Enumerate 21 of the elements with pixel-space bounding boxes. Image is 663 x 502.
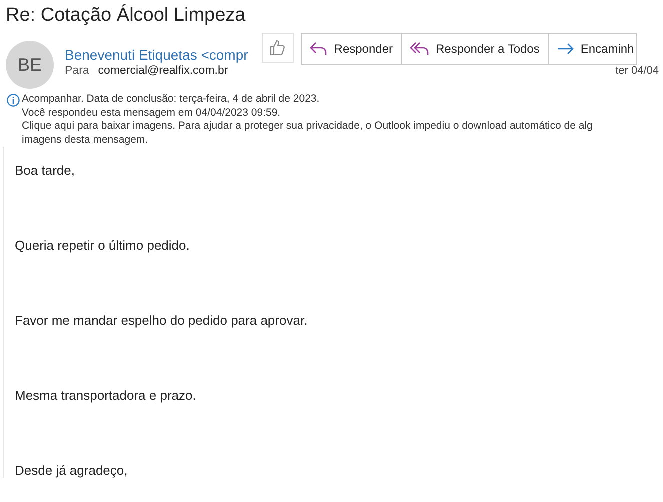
forward-icon — [556, 42, 575, 56]
info-line: Acompanhar. Data de conclusão: terça-feira, 4 de abril de 2023. — [22, 93, 321, 106]
body-paragraph: Queria repetir o último pedido. — [15, 238, 191, 253]
avatar: BE — [6, 41, 54, 89]
email-subject: Re: Cotação Álcool Limpeza — [5, 4, 247, 28]
sender-name[interactable]: Benevenuti Etiquetas <compr — [65, 47, 248, 63]
body-paragraph: Favor me mandar espelho do pedido para aprovar. — [15, 313, 309, 328]
reply-icon — [310, 42, 328, 56]
to-label: Para — [65, 65, 90, 77]
info-line: Você respondeu esta mensagem em 04/04/2023 09:59. — [22, 106, 282, 120]
like-button[interactable] — [262, 33, 294, 63]
sent-date: ter 04/04 — [616, 65, 659, 77]
thumbs-up-icon — [269, 39, 288, 57]
info-line: imagens desta mensagem. — [22, 134, 150, 147]
recipient-address: comercial@realfix.com.br — [98, 65, 228, 77]
info-icon — [7, 94, 20, 107]
reply-all-icon — [410, 42, 430, 56]
body-paragraph: Desde já agradeço, — [15, 463, 129, 478]
body-paragraph: Boa tarde, — [15, 163, 76, 178]
download-images-link[interactable]: Clique aqui para baixar imagens. Para ajudar a proteger sua privacidade, o Outlook impediu o download automático de alg — [22, 120, 593, 134]
body-paragraph: Mesma transportadora e prazo. — [15, 388, 198, 403]
